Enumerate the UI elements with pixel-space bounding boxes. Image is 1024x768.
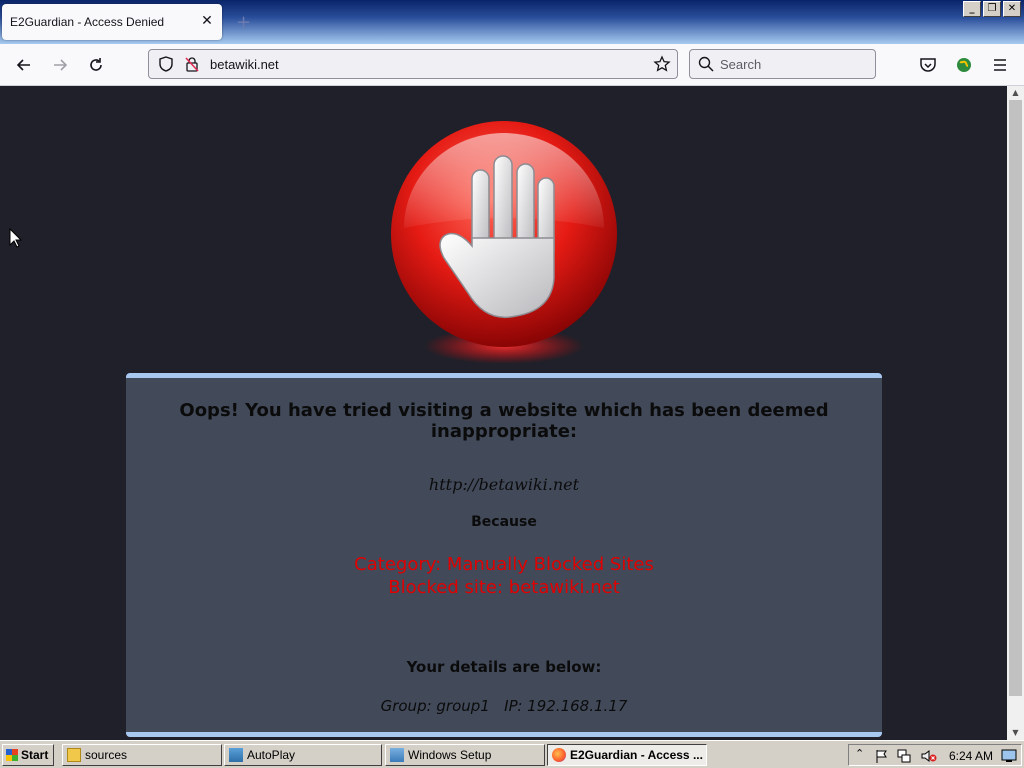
insecure-lock-icon[interactable]: [183, 55, 201, 77]
bookmark-star-icon[interactable]: [653, 55, 671, 77]
system-tray: ⌃ 6:24 AM: [848, 744, 1022, 766]
autoplay-icon: [229, 748, 243, 762]
blocked-url: http://betawiki.net: [428, 475, 580, 494]
firefox-icon: [552, 748, 566, 762]
start-label: Start: [21, 748, 49, 762]
page-title: Oops! You have tried visiting a website …: [179, 400, 829, 442]
tray-expand-icon[interactable]: ⌃: [855, 747, 864, 760]
tab-strip: E2Guardian - Access Denied ✕ + _ ❐ ✕: [0, 0, 1024, 44]
close-window-button[interactable]: ✕: [1003, 1, 1021, 17]
taskbar-item-label: Windows Setup: [408, 748, 492, 762]
taskbar-item-label: AutoPlay: [247, 748, 296, 762]
taskbar-item-windows-setup[interactable]: Windows Setup: [385, 744, 545, 766]
vertical-scrollbar[interactable]: ▲ ▼: [1007, 86, 1024, 740]
group-ip-info: Group: group1 IP: 192.168.1.17: [126, 697, 882, 715]
url-text: betawiki.net: [210, 57, 279, 72]
tab-e2guardian[interactable]: E2Guardian - Access Denied ✕: [2, 4, 222, 40]
tab-close-icon[interactable]: ✕: [200, 12, 214, 30]
address-bar[interactable]: betawiki.net: [148, 49, 678, 79]
new-tab-icon[interactable]: +: [236, 12, 251, 33]
extension-globe-icon[interactable]: [953, 54, 975, 76]
forward-arrow-icon[interactable]: [49, 54, 71, 76]
taskbar-item-label: sources: [85, 748, 128, 762]
because-label: Because: [471, 514, 537, 530]
setup-icon: [390, 748, 404, 762]
taskbar-item-sources[interactable]: sources: [62, 744, 222, 766]
reason-category: Category: Manually Blocked Sites: [354, 554, 654, 575]
taskbar-item-label: E2Guardian - Access ...: [570, 748, 703, 762]
folder-icon: [67, 748, 81, 762]
search-placeholder: Search: [720, 57, 762, 72]
windows-flag-icon: [6, 749, 18, 761]
pocket-icon[interactable]: [917, 54, 939, 76]
reason-site: Blocked site: betawiki.net: [388, 577, 620, 598]
details-label: Your details are below:: [406, 658, 602, 676]
blocked-message-panel: Oops! You have tried visiting a website …: [126, 373, 882, 737]
menu-hamburger-icon[interactable]: [989, 54, 1011, 76]
flag-icon[interactable]: [875, 748, 889, 767]
search-icon: [698, 56, 714, 76]
scroll-down-icon[interactable]: ▼: [1007, 726, 1024, 740]
scrollbar-thumb[interactable]: [1009, 100, 1022, 696]
mouse-cursor-icon: [9, 228, 23, 248]
taskbar-item-autoplay[interactable]: AutoPlay: [224, 744, 382, 766]
taskbar-item-e2guardian[interactable]: E2Guardian - Access ...: [547, 744, 707, 766]
start-button[interactable]: Start: [2, 744, 54, 766]
reload-icon[interactable]: [85, 54, 107, 76]
back-arrow-icon[interactable]: [13, 54, 35, 76]
restore-button[interactable]: ❐: [983, 1, 1001, 17]
show-desktop-icon[interactable]: [1001, 748, 1017, 767]
network-icon[interactable]: [897, 748, 911, 767]
stop-hand-icon: [391, 121, 617, 364]
clock[interactable]: 6:24 AM: [949, 749, 993, 763]
navigation-bar: betawiki.net Search: [0, 44, 1024, 86]
block-reason: Category: Manually Blocked Sites Blocked…: [126, 553, 882, 599]
volume-muted-icon[interactable]: [921, 748, 937, 767]
taskbar: Start sources AutoPlay Windows Setup E2G…: [0, 740, 1024, 768]
minimize-button[interactable]: _: [963, 1, 981, 17]
page-content: Oops! You have tried visiting a website …: [0, 86, 1007, 740]
group-ip-text: Group: group1 IP: 192.168.1.17: [380, 697, 628, 715]
shield-icon[interactable]: [157, 55, 175, 77]
scroll-up-icon[interactable]: ▲: [1007, 86, 1024, 100]
tab-title: E2Guardian - Access Denied: [10, 15, 165, 29]
window-controls: _ ❐ ✕: [963, 1, 1021, 17]
search-field[interactable]: Search: [689, 49, 876, 79]
